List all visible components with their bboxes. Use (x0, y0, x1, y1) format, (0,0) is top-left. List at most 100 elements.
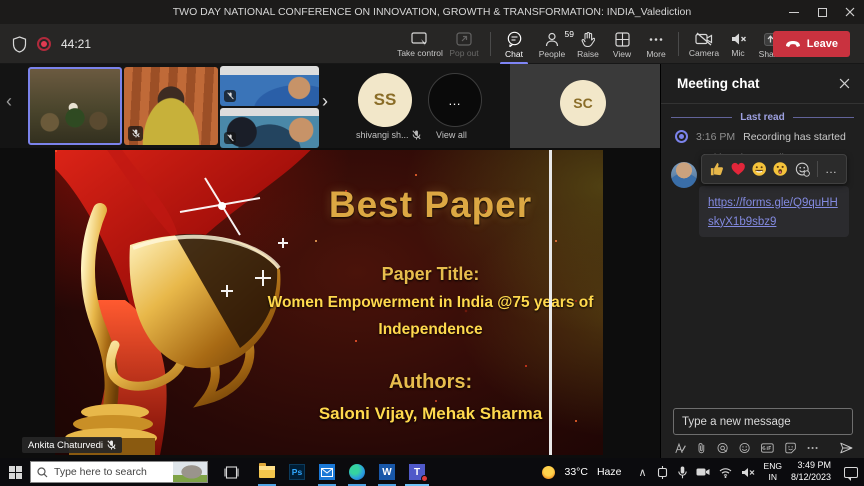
participant-tile-sc[interactable]: SC (510, 64, 660, 148)
minimize-button[interactable] (780, 0, 808, 24)
taskbar-search[interactable]: Type here to search (30, 461, 208, 483)
raise-hand-icon (581, 32, 595, 47)
chat-title: Meeting chat (677, 76, 760, 91)
task-view-button[interactable] (216, 458, 246, 486)
action-center-icon[interactable] (844, 467, 858, 478)
message-more-options-icon[interactable]: … (825, 162, 838, 176)
participant-avatar-ss[interactable]: SS (358, 73, 412, 127)
leave-button[interactable]: Leave (773, 31, 850, 57)
mic-off-icon (132, 129, 140, 138)
send-icon[interactable] (840, 441, 853, 455)
system-tray: 33°C Haze ∧ E (542, 458, 864, 486)
last-read-label: Last read (740, 112, 784, 123)
word-icon: W (379, 464, 395, 480)
more-button[interactable]: More (634, 27, 678, 63)
photoshop-button[interactable]: Ps (282, 458, 312, 486)
wifi-tray-icon[interactable] (719, 467, 732, 478)
device-tray-icon[interactable] (656, 466, 669, 479)
maximize-icon (818, 8, 827, 17)
message-avatar[interactable] (671, 162, 697, 188)
mic-muted-icon (730, 32, 747, 46)
close-button[interactable] (836, 0, 864, 24)
participant-filmstrip: ‹ (0, 64, 660, 148)
slide-scrollbar[interactable] (549, 150, 552, 455)
clock-time: 3:49 PM (797, 460, 831, 470)
heart-reaction-icon[interactable] (731, 162, 745, 176)
participant-avatar-sc: SC (560, 80, 606, 126)
start-button[interactable] (0, 458, 30, 486)
teams-icon: T (409, 464, 425, 480)
toolbar-separator (490, 32, 491, 56)
search-placeholder: Type here to search (54, 466, 147, 478)
emoji-icon[interactable] (739, 441, 750, 455)
close-icon (845, 7, 855, 17)
grinning-face-reaction-icon[interactable] (752, 161, 766, 177)
surprised-face-reaction-icon[interactable] (773, 161, 787, 177)
filmstrip-scroll-left-icon[interactable]: ‹ (6, 92, 12, 110)
microphone-tray-icon[interactable] (678, 466, 687, 479)
filmstrip-scroll-right-icon[interactable]: › (322, 92, 328, 110)
mail-button[interactable] (312, 458, 342, 486)
photoshop-icon: Ps (289, 464, 305, 480)
pop-out-icon (456, 32, 472, 46)
camera-off-icon (695, 32, 713, 46)
video-thumbnail-banner-1[interactable] (220, 66, 319, 106)
event-text: Recording has started (743, 131, 846, 143)
sticker-icon[interactable] (785, 441, 796, 455)
file-explorer-button[interactable] (252, 458, 282, 486)
weather-condition[interactable]: Haze (597, 466, 622, 478)
titlebar: TWO DAY NATIONAL CONFERENCE ON INNOVATIO… (0, 0, 864, 24)
video-thumbnail-room[interactable] (28, 67, 122, 145)
ellipsis-icon: … (448, 93, 462, 108)
search-highlight-image[interactable] (173, 462, 207, 483)
notification-badge (421, 475, 428, 482)
attach-icon[interactable] (697, 441, 706, 455)
meeting-toolbar: 44:21 Take control Pop out Chat (0, 24, 864, 64)
chat-close-icon[interactable] (839, 78, 850, 89)
message-link[interactable]: https://forms.gle/Q9quHHskyX1b9sbz9 (708, 197, 838, 228)
mic-off-icon (227, 92, 234, 100)
camera-tray-icon[interactable] (696, 467, 710, 477)
windows-taskbar: Type here to search Ps W (0, 458, 864, 486)
weather-temperature[interactable]: 33°C (564, 466, 587, 478)
word-button[interactable]: W (372, 458, 402, 486)
volume-muted-tray-icon[interactable] (741, 467, 755, 478)
mic-off-icon (107, 440, 116, 450)
compose-more-icon[interactable] (807, 446, 818, 450)
view-all-button[interactable]: … (428, 73, 482, 127)
people-icon (545, 32, 559, 47)
new-message-input[interactable] (674, 409, 852, 434)
participant-name-ss: shivangi sh... (356, 130, 421, 140)
shield-icon[interactable] (12, 36, 27, 53)
format-icon[interactable] (675, 442, 686, 455)
weather-icon[interactable] (542, 466, 555, 479)
language-indicator[interactable]: ENG IN (764, 461, 782, 482)
recording-event-icon (675, 130, 688, 143)
presenter-name-tag: Ankita Chaturvedi (22, 437, 122, 453)
maximize-button[interactable] (808, 0, 836, 24)
meeting-stage: ‹ (0, 64, 660, 458)
minimize-icon (789, 12, 799, 13)
loop-icon[interactable] (717, 441, 728, 455)
teams-meeting-window: TWO DAY NATIONAL CONFERENCE ON INNOVATIO… (0, 0, 864, 486)
chat-message-bubble: https://forms.gle/Q9quHHskyX1b9sbz9 (699, 186, 849, 237)
compose-box[interactable] (673, 408, 853, 435)
shared-presentation-slide: Best Paper Paper Title: Women Empowermen… (55, 150, 603, 455)
more-ellipsis-icon (648, 32, 664, 47)
video-thumbnail-banner-2[interactable] (220, 108, 319, 148)
compose-toolbar (675, 440, 853, 456)
take-control-button[interactable]: Take control (398, 27, 442, 63)
edge-button[interactable] (342, 458, 372, 486)
more-reactions-picker-icon[interactable] (795, 161, 810, 178)
chat-header: Meeting chat (661, 64, 864, 104)
gif-icon[interactable] (761, 442, 774, 454)
video-thumbnail-speaker[interactable] (124, 67, 218, 145)
file-explorer-icon (259, 466, 275, 478)
recording-indicator-icon (37, 37, 51, 51)
show-hidden-icons-chevron[interactable]: ∧ (638, 466, 646, 479)
mic-muted-badge (224, 132, 236, 144)
recording-started-event: 3:16 PM Recording has started (675, 130, 846, 143)
thumbs-up-reaction-icon[interactable] (710, 161, 724, 177)
teams-button[interactable]: T (402, 458, 432, 486)
taskbar-clock[interactable]: 3:49 PM 8/12/2023 (791, 460, 831, 483)
